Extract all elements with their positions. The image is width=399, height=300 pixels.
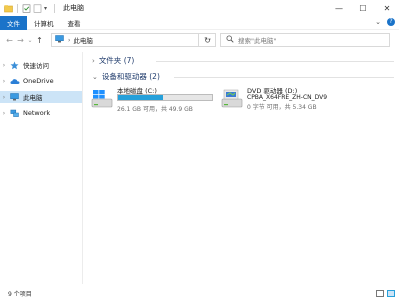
chevron-right-icon[interactable]: › [92, 57, 95, 65]
windows-drive-icon [91, 89, 113, 109]
tab-view[interactable]: 查看 [61, 16, 88, 30]
new-folder-icon[interactable] [33, 4, 42, 13]
tiles-view-icon[interactable] [387, 290, 395, 297]
cloud-icon [10, 77, 20, 86]
group-devices-header[interactable]: ⌄ 设备和驱动器 (2) [92, 71, 160, 82]
tab-computer[interactable]: 计算机 [27, 16, 61, 30]
computer-icon [10, 92, 19, 102]
computer-icon [55, 35, 64, 45]
expand-ribbon-icon[interactable]: ⌄ [375, 18, 381, 26]
details-view-icon[interactable] [376, 290, 384, 297]
chevron-down-icon[interactable]: ⌄ [92, 73, 98, 81]
sidebar-item-quick-access[interactable]: › 快速访问 [0, 59, 82, 71]
title-bar: ▾ 此电脑 — ☐ ✕ [0, 0, 399, 16]
dvd-drive-icon [221, 89, 243, 109]
search-input[interactable]: 搜索"此电脑" [238, 35, 276, 45]
recent-locations-button[interactable]: ⌄ [26, 33, 34, 47]
window-controls: — ☐ ✕ [327, 0, 399, 16]
address-row: ← → ⌄ ↑ › 此电脑 ⌄ ↻ 搜索"此电脑" [0, 31, 399, 49]
sidebar-item-label: OneDrive [23, 77, 54, 85]
group-folders-header[interactable]: › 文件夹 (7) [92, 55, 134, 66]
window-title: 此电脑 [63, 4, 84, 12]
customize-toolbar-icon[interactable]: ▾ [44, 4, 50, 13]
chevron-right-icon[interactable]: › [0, 62, 8, 69]
tab-file[interactable]: 文件 [0, 15, 27, 30]
drive-usage-bar [117, 94, 213, 101]
content-pane: › 文件夹 (7) ⌄ 设备和驱动器 (2) 本地磁盘 (C:) 26.1 GB… [84, 52, 399, 284]
chevron-right-icon[interactable]: › [0, 110, 8, 117]
sidebar-item-label: Network [23, 109, 51, 117]
drive-usage-fill [118, 95, 163, 100]
item-count: 9 个项目 [8, 291, 32, 298]
group-divider [174, 77, 394, 78]
drive-free-space: 26.1 GB 可用，共 49.9 GB [117, 106, 193, 113]
navigation-pane: › 快速访问 › OneDrive › 此电脑 › Network [0, 52, 83, 284]
status-bar: 9 个项目 [0, 287, 399, 300]
sidebar-item-label: 此电脑 [23, 94, 43, 102]
group-devices-label: 设备和驱动器 (2) [101, 72, 160, 81]
address-bar[interactable]: › 此电脑 ⌄ [51, 33, 216, 47]
properties-icon[interactable] [22, 4, 31, 13]
toolbar-divider [54, 3, 55, 13]
quick-access-toolbar: ▾ [0, 3, 57, 13]
group-folders-label: 文件夹 (7) [98, 56, 135, 65]
network-icon [10, 109, 19, 118]
drive-volume-label: CPBA_X64FRE_ZH-CN_DV9 [247, 94, 328, 101]
back-button[interactable]: ← [4, 33, 15, 47]
sidebar-item-network[interactable]: › Network [0, 107, 82, 119]
toolbar-divider [17, 3, 18, 13]
maximize-button[interactable]: ☐ [351, 0, 375, 16]
search-box[interactable]: 搜索"此电脑" [220, 33, 390, 47]
chevron-right-icon[interactable]: › [0, 78, 8, 85]
refresh-button[interactable]: ↻ [198, 33, 216, 47]
drive-free-space: 0 字节 可用，共 5.34 GB [247, 104, 317, 111]
minimize-button[interactable]: — [327, 0, 351, 16]
chevron-right-icon[interactable]: › [0, 94, 8, 101]
drive-d[interactable]: DVD 驱动器 (D:) CPBA_X64FRE_ZH-CN_DV9 0 字节 … [221, 85, 391, 115]
sidebar-item-label: 快速访问 [23, 62, 49, 70]
close-button[interactable]: ✕ [375, 0, 399, 16]
folder-icon[interactable] [4, 4, 13, 13]
ribbon-extras: ⌄ ? [375, 18, 395, 26]
up-button[interactable]: ↑ [34, 33, 45, 47]
ribbon-tabs: 文件 计算机 查看 ⌄ ? [0, 15, 399, 30]
forward-button[interactable]: → [15, 33, 26, 47]
view-switcher [376, 290, 395, 297]
breadcrumb-this-pc[interactable]: 此电脑 [73, 35, 93, 45]
star-icon [10, 61, 19, 70]
breadcrumb-separator[interactable]: › [68, 37, 70, 44]
drive-c[interactable]: 本地磁盘 (C:) 26.1 GB 可用，共 49.9 GB [91, 85, 221, 115]
sidebar-item-this-pc[interactable]: › 此电脑 [0, 91, 82, 103]
search-icon [226, 35, 234, 45]
help-icon[interactable]: ? [387, 18, 395, 26]
group-divider [156, 61, 394, 62]
sidebar-item-onedrive[interactable]: › OneDrive [0, 75, 82, 87]
